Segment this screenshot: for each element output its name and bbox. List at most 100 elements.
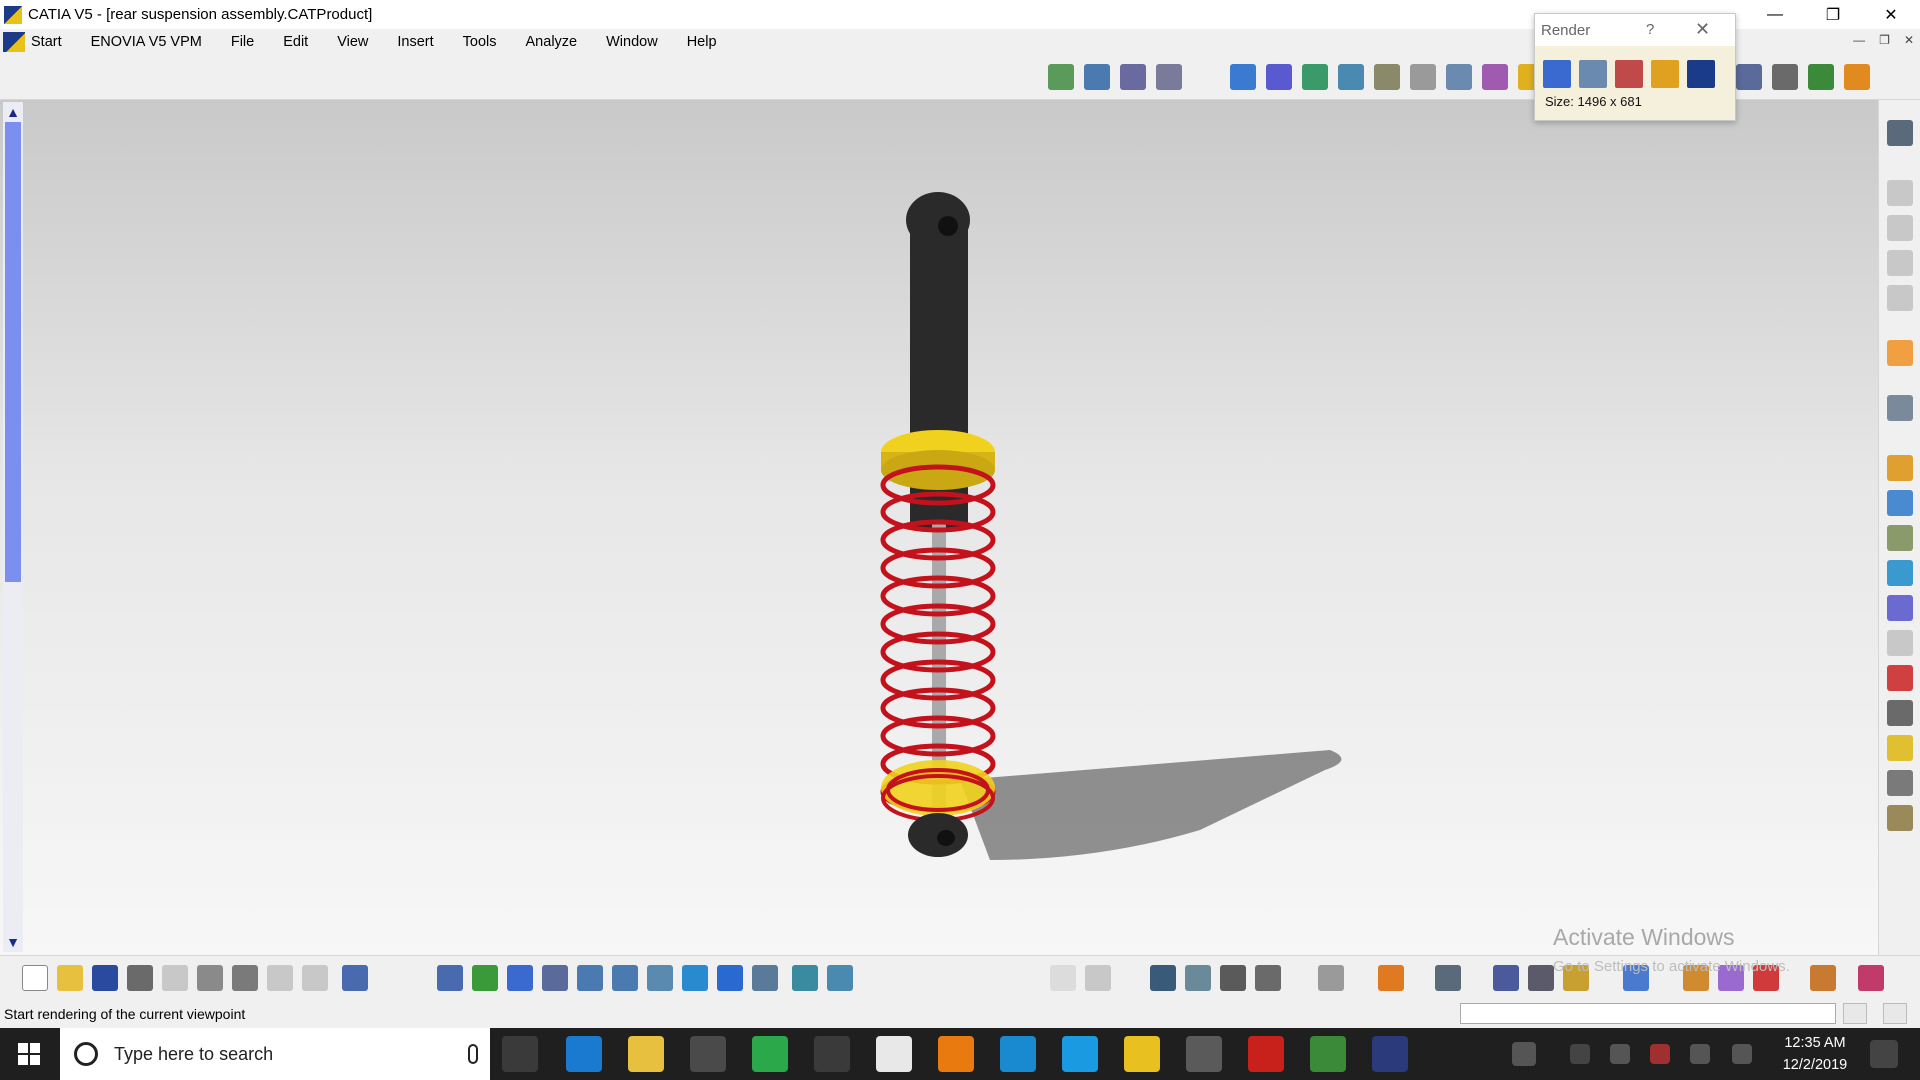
analysis-icon[interactable] [1772, 64, 1798, 90]
save-icon[interactable] [92, 965, 118, 991]
select-arrow-icon[interactable] [1887, 340, 1913, 366]
taskbar-clock[interactable]: 12:35 AM 12/2/2019 [1760, 1032, 1870, 1076]
dialog-close-icon[interactable]: ✕ [1695, 19, 1710, 40]
grid-icon[interactable] [1810, 965, 1836, 991]
whatsapp-icon[interactable] [752, 1036, 788, 1072]
taskbar-search[interactable]: Type here to search [60, 1028, 490, 1080]
norton-icon[interactable] [1124, 1036, 1160, 1072]
people-icon[interactable] [1512, 1042, 1536, 1066]
render-save-icon[interactable] [1687, 60, 1715, 88]
close-button[interactable]: ✕ [1862, 0, 1920, 29]
redo-icon[interactable] [302, 965, 328, 991]
shooting-icon[interactable] [1887, 560, 1913, 586]
catalog-icon-3[interactable] [1887, 250, 1913, 276]
ansys-icon[interactable] [1186, 1036, 1222, 1072]
shading-icon[interactable] [752, 965, 778, 991]
fit-all-icon[interactable] [472, 965, 498, 991]
iso-view-icon[interactable] [717, 965, 743, 991]
catalog-icon-1[interactable] [1887, 180, 1913, 206]
menu-start[interactable]: Start [31, 34, 76, 50]
scrollbar-thumb[interactable] [5, 122, 21, 582]
catalog-icon-2[interactable] [1887, 215, 1913, 241]
formula-icon[interactable] [1050, 965, 1076, 991]
simulation-icon[interactable] [1736, 64, 1762, 90]
menu-insert[interactable]: Insert [397, 34, 447, 50]
edge-icon[interactable] [566, 1036, 602, 1072]
check-icon[interactable] [1220, 965, 1246, 991]
menu-edit[interactable]: Edit [283, 34, 322, 50]
print-icon[interactable] [127, 965, 153, 991]
menu-view[interactable]: View [337, 34, 382, 50]
menu-help[interactable]: Help [687, 34, 731, 50]
doc-minimize-icon[interactable]: — [1853, 33, 1865, 47]
text-icon[interactable] [1887, 700, 1913, 726]
multi-view-icon[interactable] [682, 965, 708, 991]
command-input[interactable] [1460, 1003, 1836, 1024]
skype-icon[interactable] [1062, 1036, 1098, 1072]
menu-analyze[interactable]: Analyze [526, 34, 592, 50]
constraint-icon[interactable] [1230, 64, 1256, 90]
table-icon[interactable] [1150, 965, 1176, 991]
menu-window[interactable]: Window [606, 34, 672, 50]
undo-icon[interactable] [267, 965, 293, 991]
component-icon[interactable] [1084, 64, 1110, 90]
material-icon[interactable] [1887, 455, 1913, 481]
antivirus-icon[interactable] [1650, 1044, 1670, 1064]
vlc-icon[interactable] [938, 1036, 974, 1072]
3d-viewport[interactable] [0, 100, 1878, 955]
whats-this-icon[interactable] [342, 965, 368, 991]
copy-icon[interactable] [197, 965, 223, 991]
catia-taskbar-icon[interactable] [1372, 1036, 1408, 1072]
render-settings-icon[interactable] [1887, 805, 1913, 831]
menu-enovia[interactable]: ENOVIA V5 VPM [91, 34, 216, 50]
speedometer-icon[interactable] [814, 1036, 850, 1072]
doc-restore-icon[interactable]: ❐ [1879, 33, 1890, 47]
show-hidden-icon[interactable] [1570, 1044, 1590, 1064]
cut-icon[interactable] [162, 965, 188, 991]
file-explorer-icon[interactable] [628, 1036, 664, 1072]
microphone-icon[interactable] [468, 1044, 478, 1064]
turntable-icon[interactable] [1887, 595, 1913, 621]
rotate-icon[interactable] [542, 965, 568, 991]
render-scene-icon[interactable] [1543, 60, 1571, 88]
refresh-icon[interactable] [1318, 965, 1344, 991]
hide-show-icon[interactable] [792, 965, 818, 991]
select-mode-icon[interactable] [1887, 395, 1913, 421]
parameters-icon[interactable] [1185, 965, 1211, 991]
fit-icon[interactable] [1808, 64, 1834, 90]
notification-icon[interactable] [1870, 1040, 1898, 1068]
video-icon[interactable] [1887, 770, 1913, 796]
existing-component-icon[interactable] [1156, 64, 1182, 90]
normal-view-icon[interactable] [647, 965, 673, 991]
status-button-2[interactable] [1883, 1003, 1907, 1024]
mail-icon[interactable] [876, 1036, 912, 1072]
store-icon[interactable] [690, 1036, 726, 1072]
camera-app-icon[interactable] [1000, 1036, 1036, 1072]
swap-space-icon[interactable] [827, 965, 853, 991]
catia-logo-icon[interactable] [3, 31, 25, 52]
snap-icon[interactable] [1302, 64, 1328, 90]
stop-manipulate-icon[interactable] [1374, 64, 1400, 90]
menu-file[interactable]: File [231, 34, 268, 50]
windows-start-icon[interactable] [0, 1028, 58, 1080]
measure-icon[interactable] [1446, 64, 1472, 90]
rule-icon[interactable] [1255, 965, 1281, 991]
chrome-icon[interactable] [1310, 1036, 1346, 1072]
light-source-icon[interactable] [1887, 665, 1913, 691]
task-view-icon[interactable] [502, 1036, 538, 1072]
zoom-out-icon[interactable] [612, 965, 638, 991]
minimize-button[interactable]: — [1746, 0, 1804, 29]
pen-icon[interactable] [1732, 1044, 1752, 1064]
stage-icon[interactable] [1887, 735, 1913, 761]
pan-icon[interactable] [507, 965, 533, 991]
part-icon[interactable] [1120, 64, 1146, 90]
battery-icon[interactable] [1690, 1044, 1710, 1064]
measure-between-icon[interactable] [1493, 965, 1519, 991]
product-icon[interactable] [1048, 64, 1074, 90]
paste-icon[interactable] [232, 965, 258, 991]
catalog-browser-icon[interactable] [1435, 965, 1461, 991]
render-settings-icon[interactable] [1579, 60, 1607, 88]
measure-item-icon[interactable] [1528, 965, 1554, 991]
light-icon[interactable] [1844, 64, 1870, 90]
zoom-in-icon[interactable] [577, 965, 603, 991]
